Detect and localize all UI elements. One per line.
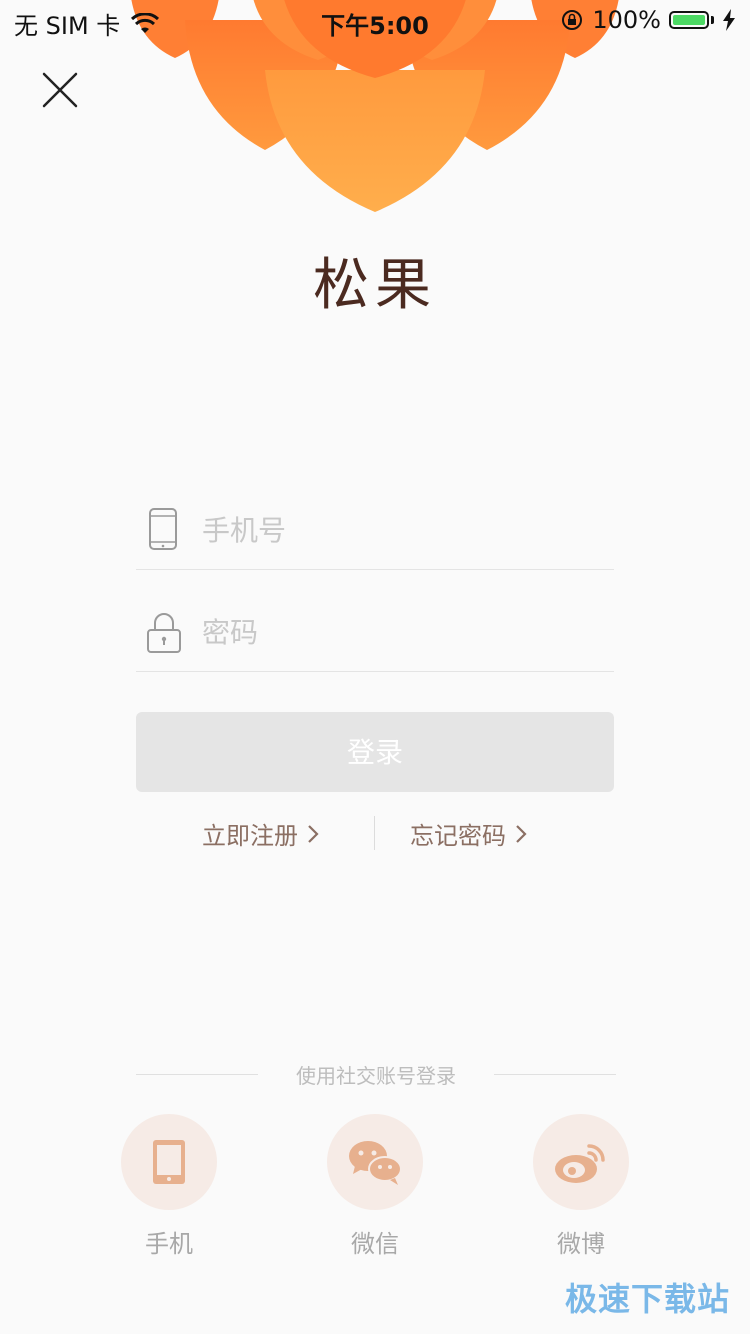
social-weibo-label: 微博 xyxy=(557,1230,605,1258)
status-bar: 无 SIM 卡 下午5:00 100% xyxy=(0,0,750,40)
charging-bolt-icon xyxy=(723,9,735,31)
chevron-right-icon xyxy=(308,824,319,843)
social-login-heading: 使用社交账号登录 xyxy=(136,1060,616,1090)
weibo-icon xyxy=(555,1144,605,1183)
social-weibo-circle xyxy=(533,1114,629,1210)
social-login-phone[interactable]: 手机 xyxy=(121,1114,217,1259)
social-wechat-circle xyxy=(327,1114,423,1210)
forgot-password-link[interactable]: 忘记密码 xyxy=(410,816,528,851)
wechat-icon xyxy=(349,1141,402,1185)
forgot-password-label: 忘记密码 xyxy=(410,822,506,850)
divider-right xyxy=(494,1074,616,1075)
social-wechat-label: 微信 xyxy=(351,1230,399,1258)
social-phone-label: 手机 xyxy=(145,1230,193,1258)
phone-input[interactable] xyxy=(200,504,594,556)
social-phone-circle xyxy=(121,1114,217,1210)
login-button[interactable]: 登录 xyxy=(136,712,614,792)
social-login-wechat[interactable]: 微信 xyxy=(327,1114,423,1259)
phone-field-row xyxy=(136,470,614,570)
password-field-row xyxy=(136,572,614,672)
battery-cap xyxy=(711,16,714,24)
account-links: 立即注册 忘记密码 xyxy=(136,806,614,858)
register-link-label: 立即注册 xyxy=(202,822,298,850)
password-input[interactable] xyxy=(200,606,594,658)
close-icon xyxy=(42,72,78,108)
battery-percent: 100% xyxy=(592,6,661,34)
mobile-icon xyxy=(153,1140,185,1184)
battery-fill xyxy=(673,15,705,25)
lock-icon xyxy=(147,613,181,653)
battery-icon xyxy=(669,11,709,29)
status-right: 100% xyxy=(560,6,736,34)
social-login-weibo[interactable]: 微博 xyxy=(533,1114,629,1259)
orientation-lock-icon xyxy=(562,10,583,30)
close-button[interactable] xyxy=(36,66,84,114)
links-divider xyxy=(374,816,375,850)
phone-icon xyxy=(149,508,177,550)
watermark-text: 极速下载站 xyxy=(564,1280,730,1318)
chevron-right-icon xyxy=(516,824,527,843)
register-link[interactable]: 立即注册 xyxy=(202,816,320,851)
app-title: 松果 xyxy=(313,253,437,318)
